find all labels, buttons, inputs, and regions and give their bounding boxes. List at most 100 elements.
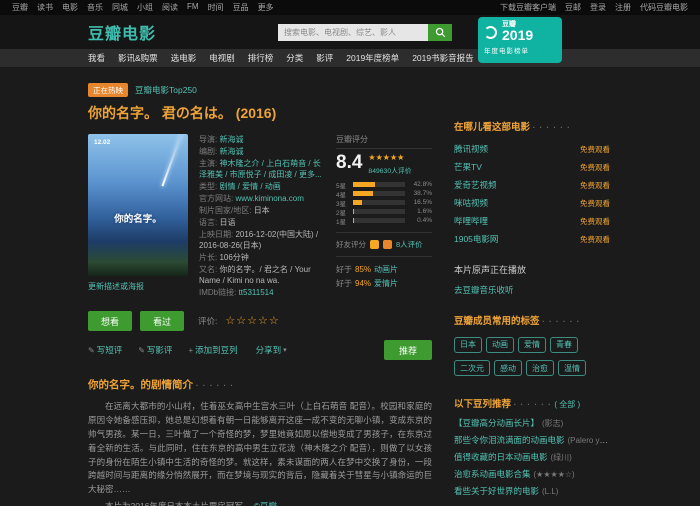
doulist-link[interactable]: 治愈系动画电影合集 — [454, 469, 531, 479]
all-doulists-link[interactable]: ( 全部 ) — [554, 400, 580, 409]
topbar-link[interactable]: 时间 — [208, 2, 224, 13]
nav-item[interactable]: 我看 — [88, 52, 105, 64]
action-link-label: 写影评 — [147, 344, 173, 356]
action-link[interactable]: ✎写短评 — [88, 344, 124, 356]
provider-link[interactable]: 哔哩哔哩 — [454, 215, 488, 227]
friend-ratings-link[interactable]: 8人评价 — [396, 239, 423, 250]
poster-date: 12.02 — [94, 139, 110, 146]
action-link[interactable]: ✎写影评 — [138, 344, 174, 356]
search-button[interactable] — [428, 24, 452, 41]
info-value[interactable]: 日语 — [219, 218, 235, 227]
search-input[interactable] — [278, 24, 428, 41]
watched-button[interactable]: 看过 — [140, 311, 184, 331]
topbar-link[interactable]: 小组 — [137, 2, 153, 13]
nav-item[interactable]: 排行榜 — [248, 52, 274, 64]
info-row: 编剧新海诚 — [199, 146, 325, 157]
rate-stars[interactable]: ☆☆☆☆☆ — [225, 316, 279, 327]
bar-track — [353, 182, 405, 187]
provider-link[interactable]: 腾讯视频 — [454, 143, 488, 155]
movie-poster[interactable]: 12.02 你的名字。 — [88, 134, 188, 276]
info-value[interactable]: 剧情 / 爱情 / 动画 — [219, 182, 280, 191]
info-value[interactable]: 日本 — [254, 206, 270, 215]
tag[interactable]: 温情 — [558, 360, 586, 376]
topbar-link[interactable]: 豆品 — [233, 2, 249, 13]
doulist-owner: (Palero y yo) — [568, 436, 610, 445]
wish-button[interactable]: 想看 — [88, 311, 132, 331]
info-label: 导演 — [199, 135, 219, 144]
soundtrack-link[interactable]: 去豆瓣音乐收听 — [454, 285, 514, 295]
doulist-link[interactable]: 那些令你泪流满面的动画电影 — [454, 435, 565, 445]
provider-link[interactable]: 芒果TV — [454, 161, 482, 173]
heading-dots: · · · · · · — [196, 381, 234, 390]
topbar-link[interactable]: 下载豆瓣客户端 — [500, 2, 556, 13]
provider-link[interactable]: 爱奇艺视频 — [454, 179, 497, 191]
nav-item[interactable]: 选电影 — [171, 52, 197, 64]
topbar-link[interactable]: 音乐 — [87, 2, 103, 13]
topbar-link[interactable]: FM — [187, 2, 199, 13]
doulist-heading: 以下豆列推荐 · · · · · · ( 全部 ) — [454, 396, 610, 410]
tag[interactable]: 动画 — [486, 337, 514, 353]
topbar-link[interactable]: 同城 — [112, 2, 128, 13]
topbar-link[interactable]: 豆邮 — [565, 2, 581, 13]
synopsis-last-paragraph: 本片为2016年度日本本土片票房冠军。 ©豆瓣 — [88, 500, 432, 506]
doulist-link[interactable]: 值得收藏的日本动画电影 — [454, 452, 548, 462]
provider-link[interactable]: 1905电影网 — [454, 233, 498, 245]
page-content: 正在热映 豆瓣电影Top250 你的名字。 君の名は。 (2016) 12.02… — [0, 67, 700, 506]
provider-link[interactable]: 咪咕视频 — [454, 197, 488, 209]
info-value[interactable]: 新海诚 — [219, 135, 243, 144]
info-row: 上映日期2016-12-02(中国大陆) / 2016-08-26(日本) — [199, 229, 325, 251]
title-cn: 你的名字。 — [88, 105, 158, 121]
topbar-link[interactable]: 电影 — [62, 2, 78, 13]
topbar-link[interactable]: 读书 — [37, 2, 53, 13]
provider-note: 免费观看 — [580, 234, 610, 245]
tag[interactable]: 日本 — [454, 337, 482, 353]
rating-stars: ★★★★★★★★★★ — [368, 154, 411, 162]
genre-rank-link[interactable]: 动画片 — [374, 265, 398, 274]
watch-provider-row: 芒果TV 免费观看 — [454, 158, 610, 176]
douban-movie-logo[interactable]: 豆瓣电影 — [88, 20, 156, 44]
doulist-link[interactable]: 看些关于好世界的电影 — [454, 486, 539, 496]
bar-fill — [353, 182, 375, 187]
topbar-link[interactable]: 豆瓣 — [12, 2, 28, 13]
top250-link[interactable]: 豆瓣电影Top250 — [135, 84, 197, 96]
info-value[interactable]: tt5311514 — [239, 288, 274, 297]
soundtrack-section: 本片原声正在播放 去豆瓣音乐收听 — [454, 263, 610, 298]
action-link-icon: ✎ — [138, 346, 145, 355]
topbar-link[interactable]: 更多 — [258, 2, 274, 13]
info-row: 类型剧情 / 爱情 / 动画 — [199, 181, 325, 192]
copyright-link[interactable]: ©豆瓣 — [254, 501, 277, 506]
watch-provider-row: 咪咕视频 免费观看 — [454, 194, 610, 212]
tag[interactable]: 爱情 — [518, 337, 546, 353]
topbar-link[interactable]: 注册 — [615, 2, 631, 13]
action-row-2: ✎写短评 ✎写影评 +添加到豆列 分享到▾ 推荐 — [88, 340, 432, 360]
nav-item[interactable]: 影讯&购票 — [118, 52, 158, 64]
nav-item[interactable]: 2019年度榜单 — [346, 52, 399, 64]
genre-rank-link[interactable]: 爱情片 — [374, 279, 398, 288]
friend-avatar[interactable] — [383, 240, 392, 249]
soundtrack-text: 本片原声正在播放 — [454, 263, 610, 276]
update-poster-link[interactable]: 更新描述或海报 — [88, 281, 188, 292]
topbar-link[interactable]: 代码豆瓣电影 — [640, 2, 688, 13]
tag[interactable]: 治愈 — [526, 360, 554, 376]
tag[interactable]: 青春 — [550, 337, 578, 353]
info-value[interactable]: www.kiminona.com — [235, 194, 303, 203]
nav-item[interactable]: 分类 — [286, 52, 303, 64]
topbar-link[interactable]: 登录 — [590, 2, 606, 13]
info-value[interactable]: 106分钟 — [219, 253, 248, 262]
recommend-button[interactable]: 推荐 — [384, 340, 432, 360]
nav-item[interactable]: 2019书影音报告 — [412, 52, 473, 64]
rating-right: ★★★★★★★★★★ 849630人评价 — [368, 153, 411, 175]
info-value[interactable]: 新海诚 — [219, 147, 243, 156]
nav-item[interactable]: 电视剧 — [209, 52, 235, 64]
doulist-link[interactable]: 【豆瓣高分动画长片】 — [454, 418, 539, 428]
tag[interactable]: 感动 — [494, 360, 522, 376]
action-link[interactable]: +添加到豆列 — [188, 344, 239, 356]
topbar-link[interactable]: 阅读 — [162, 2, 178, 13]
annual-list-badge[interactable]: 豆瓣 2019 年度电影榜单 — [478, 17, 562, 63]
tag[interactable]: 二次元 — [454, 360, 490, 376]
now-showing-badge: 正在热映 — [88, 83, 128, 97]
friend-avatar[interactable] — [370, 240, 379, 249]
rating-count-link[interactable]: 849630人评价 — [368, 165, 411, 175]
nav-item[interactable]: 影评 — [316, 52, 333, 64]
action-link[interactable]: 分享到▾ — [254, 344, 287, 356]
